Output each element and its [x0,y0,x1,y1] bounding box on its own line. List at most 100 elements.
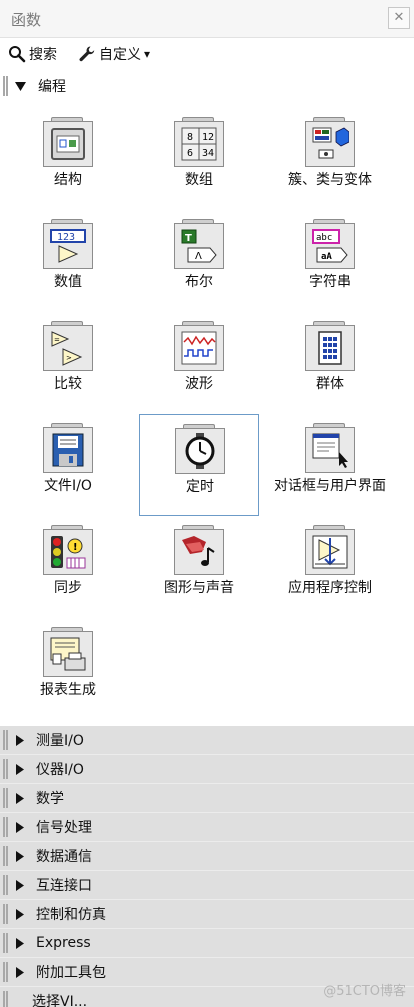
palette-title: 函数 [11,11,42,29]
file-io-icon [43,423,93,473]
tile-label: 群体 [316,376,344,392]
tile-label: 簇、类与变体 [288,172,372,188]
tile-label: 定时 [186,479,214,495]
tile-label: 对话框与用户界面 [274,478,386,494]
category-label: 数据通信 [36,849,92,865]
svg-text:Λ: Λ [195,251,202,262]
customize-label: 自定义 [99,47,141,63]
category-header-express[interactable]: Express [0,929,414,958]
category-header-data-communication[interactable]: 数据通信 [0,842,414,871]
tile-cluster-group[interactable]: 群体 [270,312,390,414]
numeric-icon: 123 [43,219,93,269]
search-icon [9,46,26,63]
tile-array[interactable]: 8 12 6 34 数组 [139,108,259,210]
svg-text:8: 8 [187,132,193,143]
cluster-group-icon [305,321,355,371]
function-palette-grid: 结构 8 12 6 34 数组 簇、类与变体 123 数值 T Λ 布尔 abc… [0,100,414,724]
drag-grip-icon[interactable] [3,76,8,96]
svg-text:6: 6 [187,148,193,159]
cluster-class-variant-icon [305,117,355,167]
category-label: 仪器I/O [36,762,84,778]
tile-label: 数组 [185,172,213,188]
category-label: 控制和仿真 [36,907,106,923]
tile-file-io[interactable]: 文件I/O [8,414,128,516]
drag-grip-icon[interactable] [3,991,8,1007]
structure-icon [43,117,93,167]
search-button[interactable]: 搜索 [8,43,57,65]
category-label: 信号处理 [36,820,92,836]
close-icon[interactable]: ✕ [388,7,410,29]
collapsed-category-list: 测量I/O 仪器I/O 数学 信号处理 数据通信 互连接口 控制和仿真 Expr… [0,726,414,1007]
tile-boolean[interactable]: T Λ 布尔 [139,210,259,312]
tile-label: 文件I/O [44,478,92,494]
svg-text:=: = [54,336,60,344]
svg-text:T: T [185,233,192,244]
report-generation-icon [43,627,93,677]
drag-grip-icon[interactable] [3,730,8,750]
chevron-down-icon: ▾ [144,47,151,61]
tile-label: 同步 [54,580,82,596]
category-header-measurement-io[interactable]: 测量I/O [0,726,414,755]
svg-text:12: 12 [202,132,214,143]
category-label: 测量I/O [36,733,84,749]
palette-titlebar: 函数 ✕ [0,0,414,38]
tile-numeric[interactable]: 123 数值 [8,210,128,312]
tile-label: 比较 [54,376,82,392]
svg-text:aA: aA [321,252,332,262]
tile-label: 数值 [54,274,82,290]
category-header-instrument-io[interactable]: 仪器I/O [0,755,414,784]
svg-text:123: 123 [57,232,75,243]
drag-grip-icon[interactable] [3,788,8,808]
drag-grip-icon[interactable] [3,846,8,866]
svg-text:!: ! [73,542,78,553]
customize-button[interactable]: 自定义 ▾ [78,43,150,65]
category-label: 编程 [38,79,66,95]
boolean-icon: T Λ [174,219,224,269]
svg-text:abc: abc [316,233,332,243]
drag-grip-icon[interactable] [3,933,8,953]
tile-synchronization[interactable]: ! 同步 [8,516,128,618]
search-label: 搜索 [29,47,57,63]
drag-grip-icon[interactable] [3,904,8,924]
watermark: @51CTO博客 [323,984,406,999]
application-control-icon [305,525,355,575]
collapsed-arrow-icon [14,937,26,949]
tile-structures[interactable]: 结构 [8,108,128,210]
svg-text:>: > [66,354,72,362]
string-icon: abc aA [305,219,355,269]
category-label: 数学 [36,791,64,807]
category-header-connectivity[interactable]: 互连接口 [0,871,414,900]
drag-grip-icon[interactable] [3,817,8,837]
category-label: Express [36,935,91,951]
graphics-sound-icon [174,525,224,575]
palette-toolbar: 搜索 自定义 ▾ [0,38,414,70]
tile-graphics-sound[interactable]: 图形与声音 [139,516,259,618]
comparison-icon: = > [43,321,93,371]
collapsed-arrow-icon [14,792,26,804]
tile-comparison[interactable]: = > 比较 [8,312,128,414]
tile-dialog-ui[interactable]: 对话框与用户界面 [270,414,390,516]
drag-grip-icon[interactable] [3,962,8,982]
tile-label: 字符串 [309,274,351,290]
category-label: 附加工具包 [36,965,106,981]
tile-label: 布尔 [185,274,213,290]
tile-label: 结构 [54,172,82,188]
category-header-control-simulation[interactable]: 控制和仿真 [0,900,414,929]
category-label: 互连接口 [36,878,92,894]
tile-report-generation[interactable]: 报表生成 [8,618,128,720]
category-header-mathematics[interactable]: 数学 [0,784,414,813]
drag-grip-icon[interactable] [3,759,8,779]
category-header-signal-processing[interactable]: 信号处理 [0,813,414,842]
category-header-programming[interactable]: 编程 [0,72,414,100]
collapsed-arrow-icon [14,763,26,775]
tile-waveform[interactable]: 波形 [139,312,259,414]
collapsed-arrow-icon [14,850,26,862]
tile-string[interactable]: abc aA 字符串 [270,210,390,312]
tile-application-control[interactable]: 应用程序控制 [270,516,390,618]
tile-cluster-class-variant[interactable]: 簇、类与变体 [270,108,390,210]
tile-label: 应用程序控制 [288,580,372,596]
tile-timing[interactable]: 定时 [139,414,259,516]
drag-grip-icon[interactable] [3,875,8,895]
wrench-icon [79,46,95,62]
category-label: 选择VI... [32,994,88,1007]
